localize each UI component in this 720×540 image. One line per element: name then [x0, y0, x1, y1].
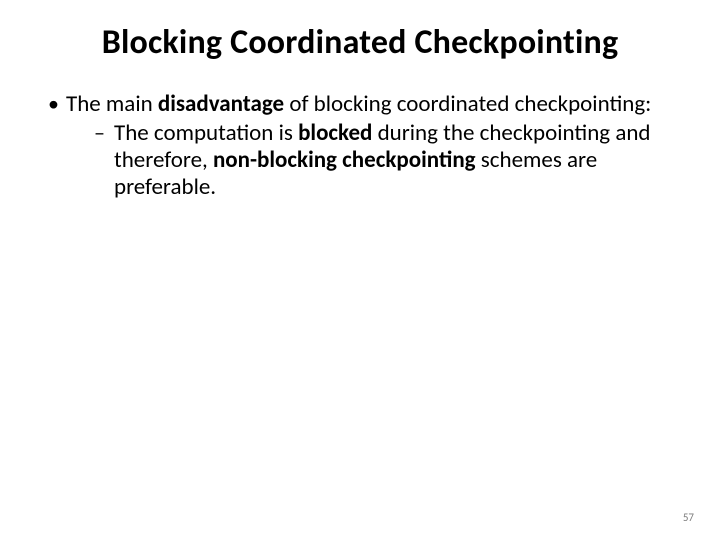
sub-bullet-item-1: The computation is blocked during the ch… — [94, 120, 690, 201]
bullet-list: The main disadvantage of blocking coordi… — [30, 91, 690, 202]
bullet-item-1: The main disadvantage of blocking coordi… — [48, 91, 690, 202]
sub1-s1: The computation is — [114, 119, 298, 147]
bullet1-bold: disadvantage — [158, 90, 284, 118]
sub1-b2: non-blocking checkpointing — [213, 146, 476, 174]
bullet1-pre: The main — [66, 90, 158, 118]
slide-body: The main disadvantage of blocking coordi… — [30, 91, 690, 202]
bullet1-post: of blocking coordinated checkpointing: — [284, 90, 651, 118]
sub1-b1: blocked — [298, 119, 372, 147]
slide: Blocking Coordinated Checkpointing The m… — [0, 0, 720, 540]
slide-title: Blocking Coordinated Checkpointing — [30, 22, 690, 63]
sub-bullet-list: The computation is blocked during the ch… — [66, 120, 690, 201]
page-number: 57 — [683, 511, 694, 524]
